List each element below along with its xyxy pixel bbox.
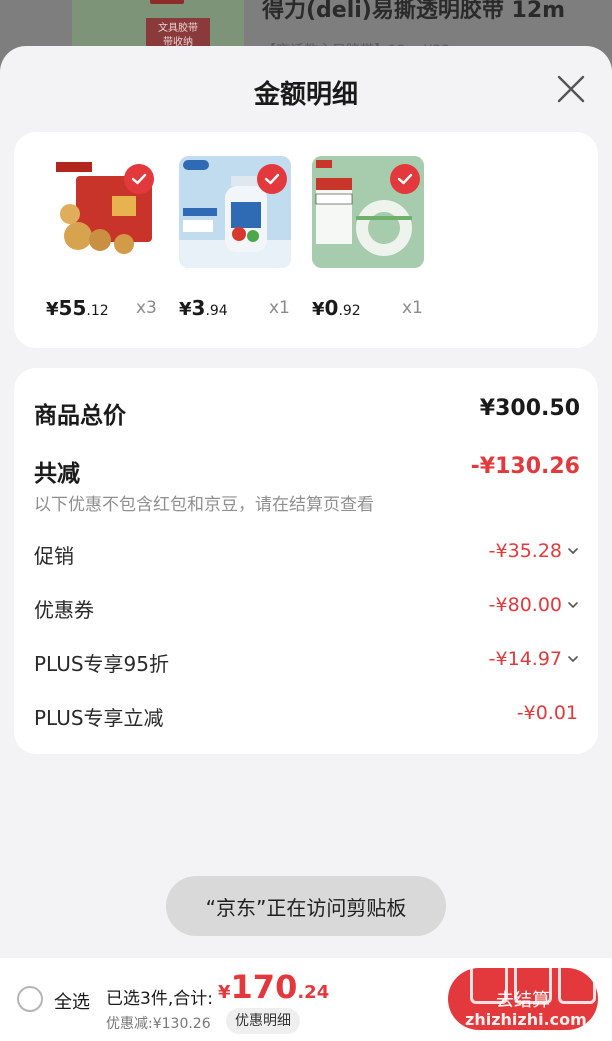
discount-label: PLUS专享立减	[34, 706, 164, 730]
product-item-tape[interactable]: ¥0.92 x1	[312, 156, 444, 336]
discount-note: 以下优惠不包含红包和京豆，请在结算页查看	[34, 495, 374, 515]
product-price: ¥55.12	[46, 296, 109, 320]
total-price-value: ¥300.50	[479, 396, 580, 421]
selected-check-icon	[390, 164, 420, 194]
chevron-down-icon	[568, 602, 578, 609]
selected-check-icon	[124, 164, 154, 194]
product-item-mooncake[interactable]: ¥55.12 x3	[46, 156, 178, 336]
amount-detail-sheet: 金额明细 ¥55.12 x3 ¥3.94 x1 ¥0.92 x1 商品总价 ¥3…	[0, 46, 612, 958]
background-product-title: 得力(deli)易撕透明胶带 12m	[262, 0, 566, 23]
select-all-label[interactable]: 全选	[54, 988, 90, 1014]
close-icon	[557, 75, 585, 103]
product-qty: x1	[402, 298, 423, 318]
discount-detail-button[interactable]: 优惠明细	[226, 1008, 300, 1034]
select-all-radio[interactable]	[17, 986, 43, 1012]
watermark-text: zhizhizhi.com	[465, 1010, 587, 1029]
chevron-down-icon	[568, 548, 578, 555]
chevron-down-icon	[568, 656, 578, 663]
selected-check-icon	[257, 164, 287, 194]
product-image	[46, 156, 158, 268]
background-brand-tag: deli	[150, 0, 184, 4]
discount-value: -¥80.00	[489, 594, 580, 616]
price-summary-card: 商品总价 ¥300.50 共减 -¥130.26 以下优惠不包含红包和京豆，请在…	[14, 368, 598, 754]
product-price: ¥0.92	[312, 296, 361, 320]
discount-label: 促销	[34, 544, 74, 568]
sheet-title: 金额明细	[253, 80, 358, 110]
product-image	[312, 156, 424, 268]
total-reduce-value: -¥130.26	[470, 454, 580, 479]
close-button[interactable]	[556, 74, 586, 104]
total-reduce-label: 共减	[34, 461, 80, 487]
discount-label: PLUS专享95折	[34, 652, 169, 676]
product-item-mint[interactable]: ¥3.94 x1	[179, 156, 311, 336]
discount-label: 优惠券	[34, 598, 94, 622]
cart-total-amount: ¥170.24	[218, 968, 330, 1006]
discount-value: -¥35.28	[489, 540, 580, 562]
discount-value: -¥14.97	[489, 648, 580, 670]
product-price: ¥3.94	[179, 296, 228, 320]
discount-value: -¥0.01	[516, 702, 578, 724]
watermark-logo-icon	[470, 962, 596, 1004]
discount-summary: 优惠减:¥130.26	[106, 1016, 211, 1032]
clipboard-toast: “京东”正在访问剪贴板	[166, 876, 446, 936]
product-image	[179, 156, 291, 268]
product-qty: x3	[136, 298, 157, 318]
total-price-label: 商品总价	[34, 403, 126, 429]
products-card: ¥55.12 x3 ¥3.94 x1 ¥0.92 x1	[14, 132, 598, 348]
product-qty: x1	[269, 298, 290, 318]
selected-count-info: 已选3件,合计:	[106, 989, 213, 1009]
